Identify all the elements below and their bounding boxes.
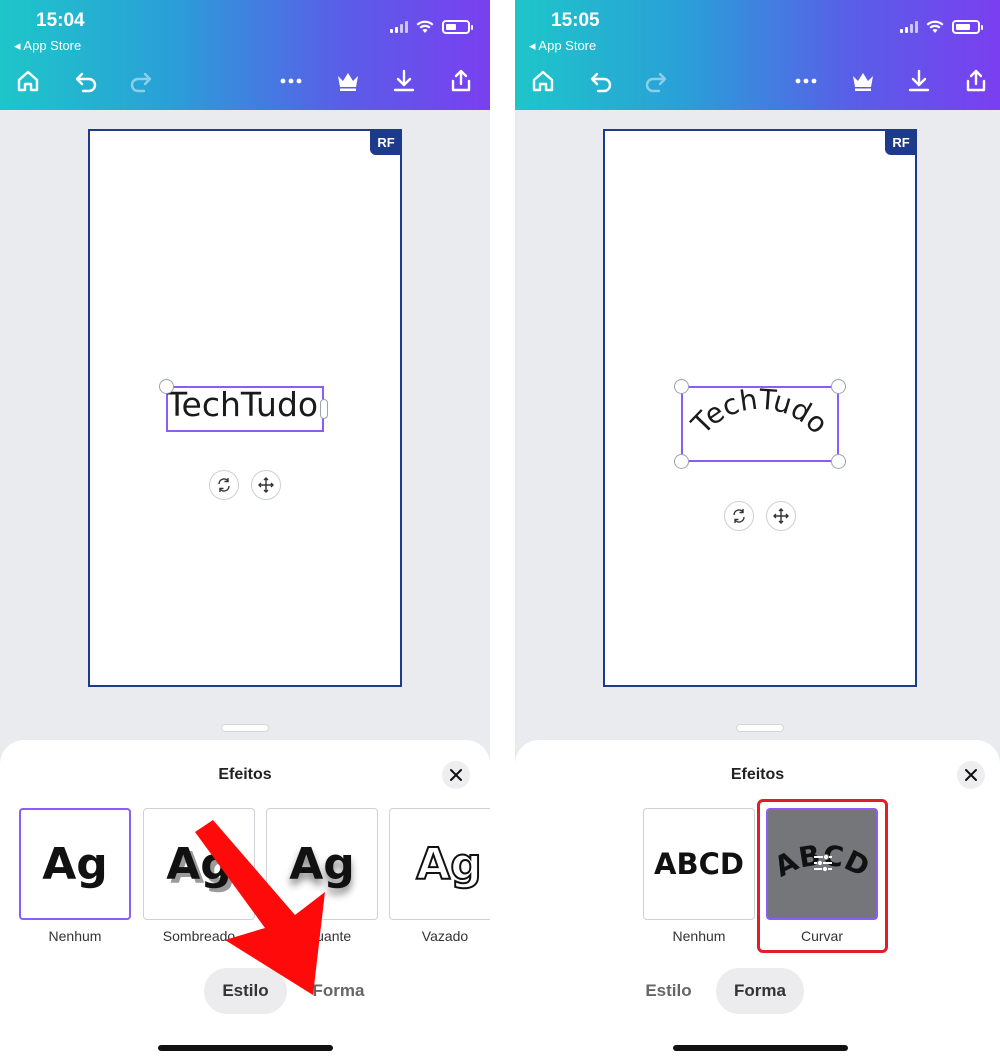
- premium-button[interactable]: [331, 64, 365, 98]
- tab-forma[interactable]: Forma: [716, 968, 804, 1014]
- resize-handle[interactable]: [831, 379, 846, 394]
- status-time: 15:05: [551, 10, 600, 31]
- right-screen: 15:05 ◂ App Store RF TechTudo Efeitos AB…: [515, 0, 1000, 1060]
- rotate-icon: [733, 509, 745, 523]
- top-bar: 15:04 ◂ App Store: [0, 0, 490, 110]
- adjust-icon[interactable]: [812, 852, 834, 874]
- share-icon: [966, 69, 986, 92]
- curved-text-content: TechTudo: [684, 386, 834, 441]
- redo-icon: [645, 72, 667, 93]
- effects-sheet: Efeitos ABCD Nenhum ABCD Curvar Estilo F…: [515, 740, 1000, 1060]
- resize-handle[interactable]: [159, 379, 174, 394]
- home-indicator: [673, 1045, 848, 1051]
- more-button[interactable]: [789, 64, 823, 98]
- text-element-content: TechTudo: [167, 385, 319, 424]
- resize-handle[interactable]: [674, 454, 689, 469]
- crown-icon: [853, 73, 873, 91]
- move-button[interactable]: [766, 501, 796, 531]
- battery-icon: [442, 20, 473, 34]
- rotate-button[interactable]: [209, 470, 239, 500]
- move-button[interactable]: [251, 470, 281, 500]
- signal-icon: [900, 21, 918, 33]
- share-icon: [451, 69, 471, 92]
- design-page[interactable]: RF TechTudo: [88, 129, 402, 687]
- curved-text-element[interactable]: TechTudo: [674, 379, 846, 469]
- redo-icon: [130, 72, 152, 93]
- share-button[interactable]: [959, 64, 993, 98]
- status-icons: [900, 20, 983, 34]
- undo-icon: [590, 72, 612, 93]
- move-icon: [773, 508, 789, 524]
- effect-label: Nenhum: [672, 928, 726, 944]
- more-button[interactable]: [274, 64, 308, 98]
- close-button[interactable]: [442, 761, 470, 789]
- undo-button[interactable]: [584, 64, 618, 98]
- share-button[interactable]: [444, 64, 478, 98]
- more-icon: [280, 78, 302, 84]
- battery-icon: [952, 20, 983, 34]
- rf-badge: RF: [885, 129, 917, 155]
- close-icon: [450, 769, 462, 781]
- home-icon: [532, 70, 554, 92]
- left-screen: 15:04 ◂ App Store RF TechTudo Efeitos Ag…: [0, 0, 490, 1060]
- redo-button[interactable]: [639, 64, 673, 98]
- effect-preview: Ag: [415, 838, 483, 891]
- redo-button[interactable]: [124, 64, 158, 98]
- effect-preview: ABCD: [654, 847, 744, 881]
- wifi-icon: [926, 20, 944, 33]
- effect-preview: Ag: [42, 838, 108, 890]
- sheet-grabber[interactable]: [736, 724, 784, 732]
- move-icon: [258, 477, 274, 493]
- premium-button[interactable]: [846, 64, 880, 98]
- resize-handle[interactable]: [674, 379, 689, 394]
- home-icon: [17, 70, 39, 92]
- wifi-icon: [416, 20, 434, 33]
- download-icon: [908, 69, 930, 92]
- shape-nenhum[interactable]: ABCD: [643, 808, 755, 920]
- top-bar: 15:05 ◂ App Store: [515, 0, 1000, 110]
- more-icon: [795, 78, 817, 84]
- back-to-app-link[interactable]: ◂ App Store: [529, 38, 596, 54]
- download-button[interactable]: [902, 64, 936, 98]
- effect-label: Nenhum: [48, 928, 102, 944]
- sheet-grabber[interactable]: [221, 724, 269, 732]
- status-time: 15:04: [36, 10, 85, 31]
- close-button[interactable]: [957, 761, 985, 789]
- status-icons: [390, 20, 473, 34]
- back-app-label: App Store: [23, 38, 82, 53]
- back-to-app-link[interactable]: ◂ App Store: [14, 38, 81, 54]
- home-button[interactable]: [526, 64, 560, 98]
- curved-text-svg: TechTudo: [684, 386, 834, 441]
- close-icon: [965, 769, 977, 781]
- effect-label: Curvar: [800, 928, 843, 944]
- crown-icon: [338, 73, 358, 91]
- undo-icon: [75, 72, 97, 93]
- download-icon: [393, 69, 415, 92]
- download-button[interactable]: [387, 64, 421, 98]
- tab-estilo[interactable]: Estilo: [627, 968, 710, 1014]
- rf-badge: RF: [370, 129, 402, 155]
- signal-icon: [390, 21, 408, 33]
- resize-handle-side[interactable]: [320, 399, 328, 419]
- shape-curvar[interactable]: ABCD: [766, 808, 878, 920]
- home-indicator: [158, 1045, 333, 1051]
- undo-button[interactable]: [69, 64, 103, 98]
- effect-vazado[interactable]: Ag: [389, 808, 490, 920]
- rotate-icon: [218, 478, 230, 492]
- rotate-button[interactable]: [724, 501, 754, 531]
- design-page[interactable]: RF TechTudo: [603, 129, 917, 687]
- sheet-title: Efeitos: [218, 766, 272, 783]
- resize-handle[interactable]: [831, 454, 846, 469]
- red-arrow-annotation: [195, 820, 325, 995]
- sheet-title: Efeitos: [730, 766, 785, 783]
- back-app-label: App Store: [538, 38, 597, 53]
- effect-nenhum[interactable]: Ag: [19, 808, 131, 920]
- effect-label: Vazado: [421, 928, 469, 944]
- home-button[interactable]: [11, 64, 45, 98]
- text-element[interactable]: TechTudo: [159, 379, 328, 432]
